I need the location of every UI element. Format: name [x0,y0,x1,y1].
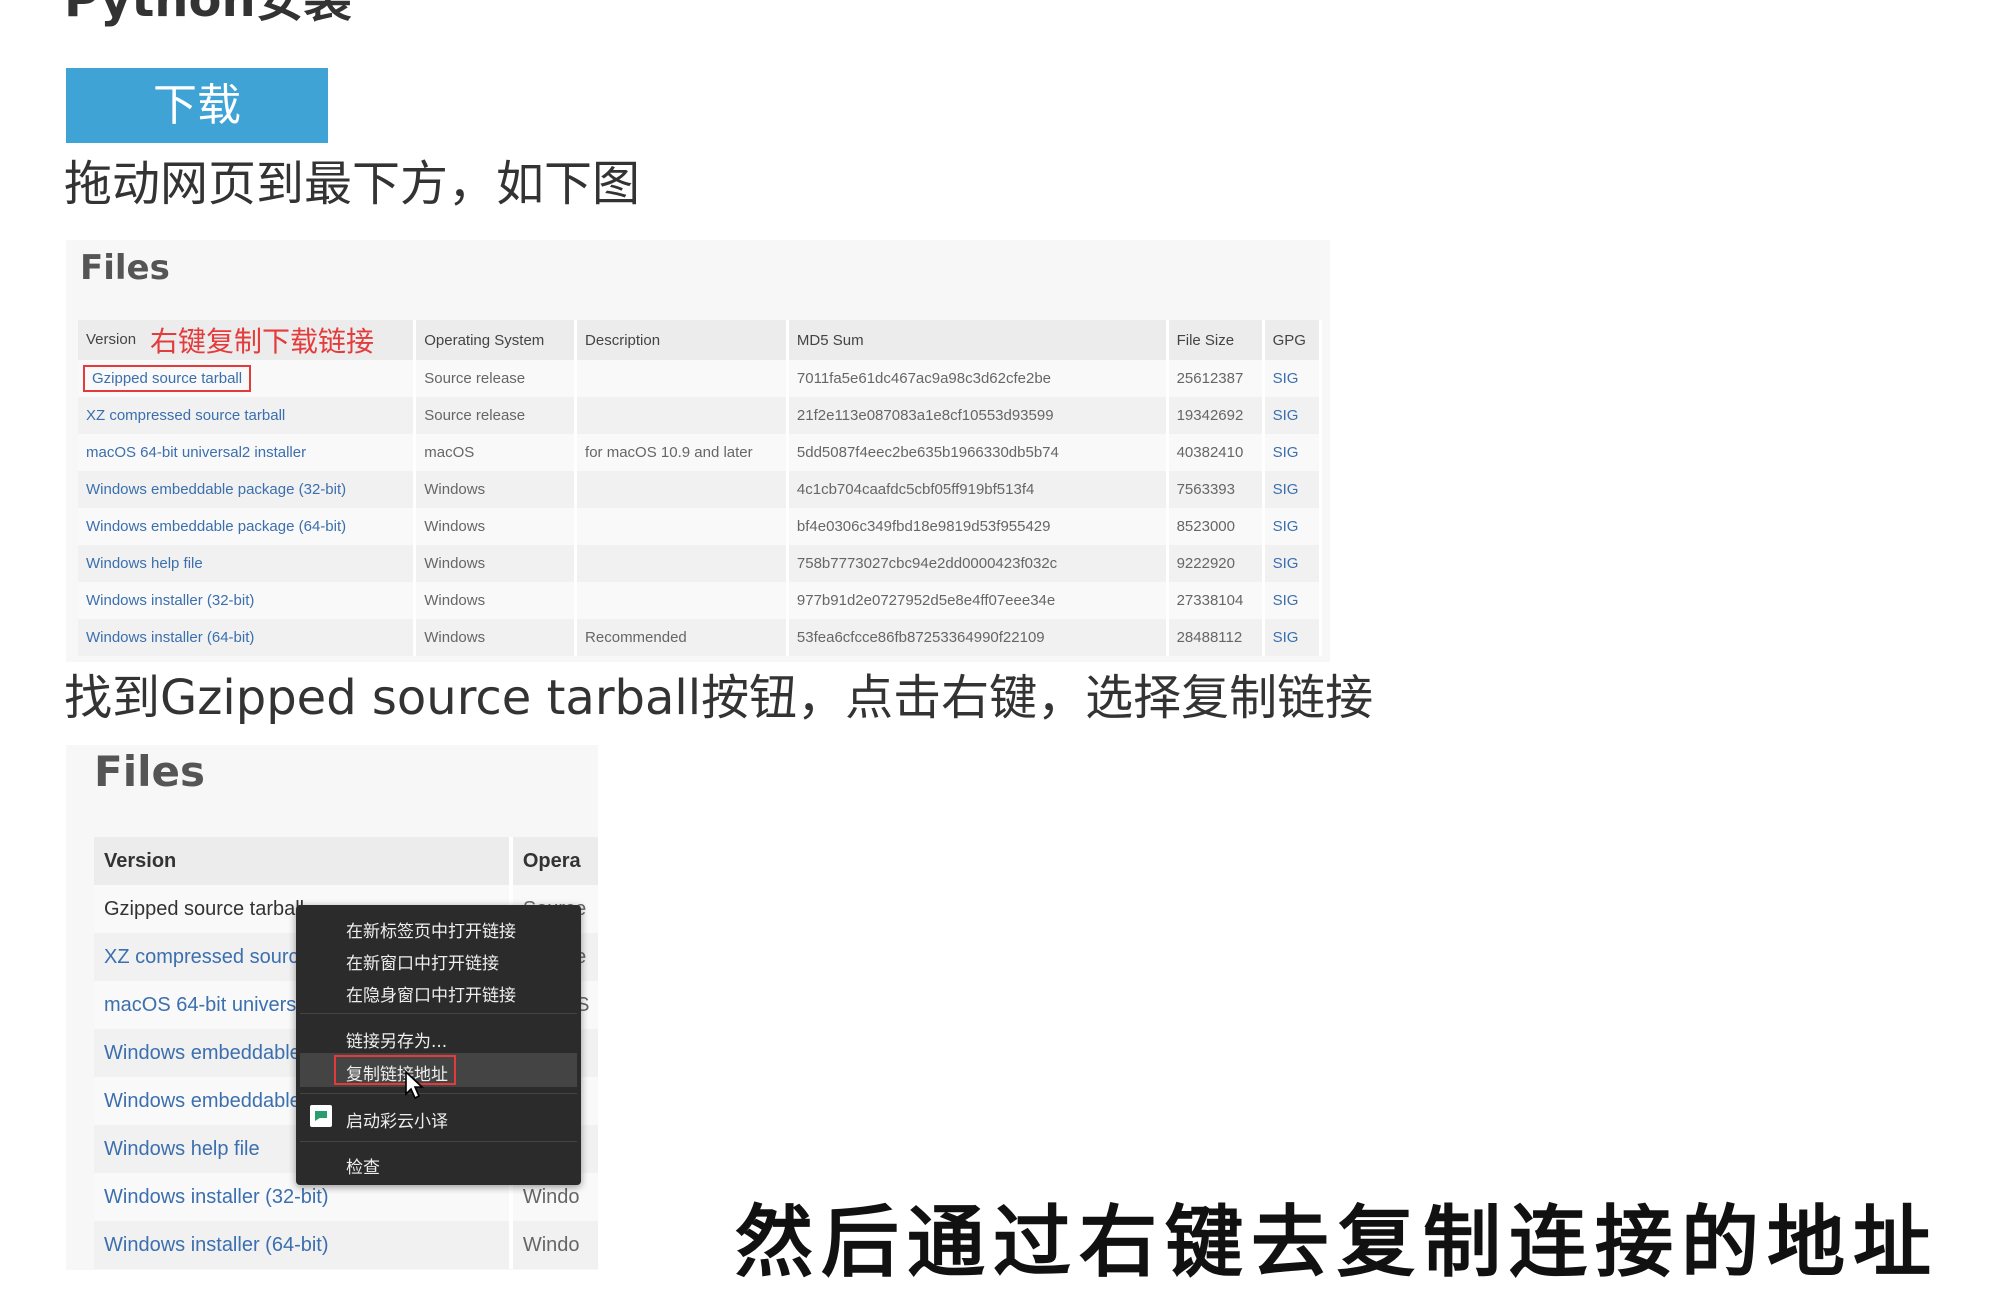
md5-cell: 53fea6cfcce86fb87253364990f22109 [788,619,1169,656]
sig-link[interactable]: SIG [1264,360,1322,397]
description-cell: Recommended [577,619,789,656]
size-cell: 7563393 [1168,471,1265,508]
table-row: Windows installer (64-bit) Windows Recom… [78,619,1322,656]
page-heading: Python安装 [64,0,352,28]
description-cell [577,471,789,508]
files-screenshot-top: Files Version 右键复制下载链接 Operating System D… [66,240,1330,662]
sig-link[interactable]: SIG [1264,545,1322,582]
sig-link[interactable]: SIG [1264,397,1322,434]
menu-divider [300,1093,577,1094]
description-cell [577,545,789,582]
size-cell: 19342692 [1168,397,1265,434]
annotation-note: 右键复制下载链接 [150,326,375,357]
os-cell: Windows [416,508,578,545]
md5-cell: 758b7773027cbc94e2dd0000423f032c [788,545,1169,582]
download-button[interactable]: 下载 [66,68,328,143]
instruction-text-2: 找到Gzipped source tarball按钮，点击右键，选择复制链接 [64,670,1374,726]
menu-item-open-new-window[interactable]: 在新窗口中打开链接 [346,949,499,974]
table-row: Windows installer (64-bit) Windo [94,1221,598,1269]
files-title: Files [80,248,170,288]
column-header-description: Description [577,320,789,360]
translator-app-icon [310,1105,332,1127]
menu-divider [300,1141,577,1142]
os-cell: Source release [416,397,578,434]
files-title: Files [94,747,205,796]
sig-link[interactable]: SIG [1264,434,1322,471]
md5-cell: 977b91d2e0727952d5e8e4ff07eee34e [788,582,1169,619]
md5-cell: 7011fa5e61dc467ac9a98c3d62cfe2be [788,360,1169,397]
description-cell [577,397,789,434]
version-link[interactable]: Windows installer (64-bit) [78,619,417,656]
version-link[interactable]: XZ compressed source tarball [78,397,417,434]
menu-item-open-new-tab[interactable]: 在新标签页中打开链接 [346,917,516,942]
description-cell [577,360,789,397]
os-cell: Windo [512,1221,598,1269]
version-link[interactable]: Windows embeddable package (64-bit) [78,508,417,545]
version-link[interactable]: Windows installer (32-bit) [78,582,417,619]
menu-item-open-incognito[interactable]: 在隐身窗口中打开链接 [346,981,516,1006]
menu-divider [300,1013,577,1014]
menu-item-save-link-as[interactable]: 链接另存为... [346,1027,447,1052]
size-cell: 28488112 [1168,619,1265,656]
instruction-text-1: 拖动网页到最下方，如下图 [64,156,641,212]
menu-item-start-translator[interactable]: 启动彩云小译 [346,1107,448,1132]
column-header-os: Operating System [416,320,578,360]
menu-item-inspect[interactable]: 检查 [346,1153,380,1178]
column-header-md5: MD5 Sum [788,320,1169,360]
sig-link[interactable]: SIG [1264,471,1322,508]
version-link[interactable]: Gzipped source tarball [78,360,417,397]
table-row: XZ compressed source tarball Source rele… [78,397,1322,434]
version-link[interactable]: Windows installer (64-bit) [94,1221,513,1269]
size-cell: 9222920 [1168,545,1265,582]
column-header-gpg: GPG [1264,320,1322,360]
size-cell: 25612387 [1168,360,1265,397]
os-cell: Windows [416,545,578,582]
md5-cell: 21f2e113e087083a1e8cf10553d93599 [788,397,1169,434]
os-cell: Source release [416,360,578,397]
column-header-version: Version [94,837,513,885]
size-cell: 27338104 [1168,582,1265,619]
size-cell: 40382410 [1168,434,1265,471]
description-cell [577,582,789,619]
table-row: macOS 64-bit universal2 installer macOS … [78,434,1322,471]
description-cell: for macOS 10.9 and later [577,434,789,471]
sig-link[interactable]: SIG [1264,619,1322,656]
table-row: Windows help file Windows 758b7773027cbc… [78,545,1322,582]
table-row: Gzipped source tarball Source release 70… [78,360,1322,397]
md5-cell: 5dd5087f4eec2be635b1966330db5b74 [788,434,1169,471]
mouse-cursor-icon [405,1070,425,1100]
description-cell [577,508,789,545]
os-cell: Windows [416,471,578,508]
column-header-os: Opera [512,837,598,885]
video-subtitle: 然后通过右键去复制连接的地址 [732,1195,1940,1291]
table-row: Windows installer (32-bit) Windows 977b9… [78,582,1322,619]
sig-link[interactable]: SIG [1264,508,1322,545]
version-link[interactable]: Windows help file [78,545,417,582]
column-header-version: Version 右键复制下载链接 [78,320,417,360]
md5-cell: bf4e0306c349fbd18e9819d53f955429 [788,508,1169,545]
context-menu: 在新标签页中打开链接 在新窗口中打开链接 在隐身窗口中打开链接 链接另存为...… [296,905,581,1185]
column-header-file-size: File Size [1168,320,1265,360]
highlight-box[interactable]: Gzipped source tarball [82,365,252,392]
files-table: Version 右键复制下载链接 Operating System Descrip… [78,320,1322,656]
os-cell: Windows [416,582,578,619]
os-cell: Windows [416,619,578,656]
version-link[interactable]: Windows embeddable package (32-bit) [78,471,417,508]
version-link[interactable]: macOS 64-bit universal2 installer [78,434,417,471]
size-cell: 8523000 [1168,508,1265,545]
md5-cell: 4c1cb704caafdc5cbf05ff919bf513f4 [788,471,1169,508]
os-cell: macOS [416,434,578,471]
sig-link[interactable]: SIG [1264,582,1322,619]
table-row: Windows embeddable package (32-bit) Wind… [78,471,1322,508]
table-row: Windows embeddable package (64-bit) Wind… [78,508,1322,545]
copy-link-highlight-box [334,1055,456,1085]
